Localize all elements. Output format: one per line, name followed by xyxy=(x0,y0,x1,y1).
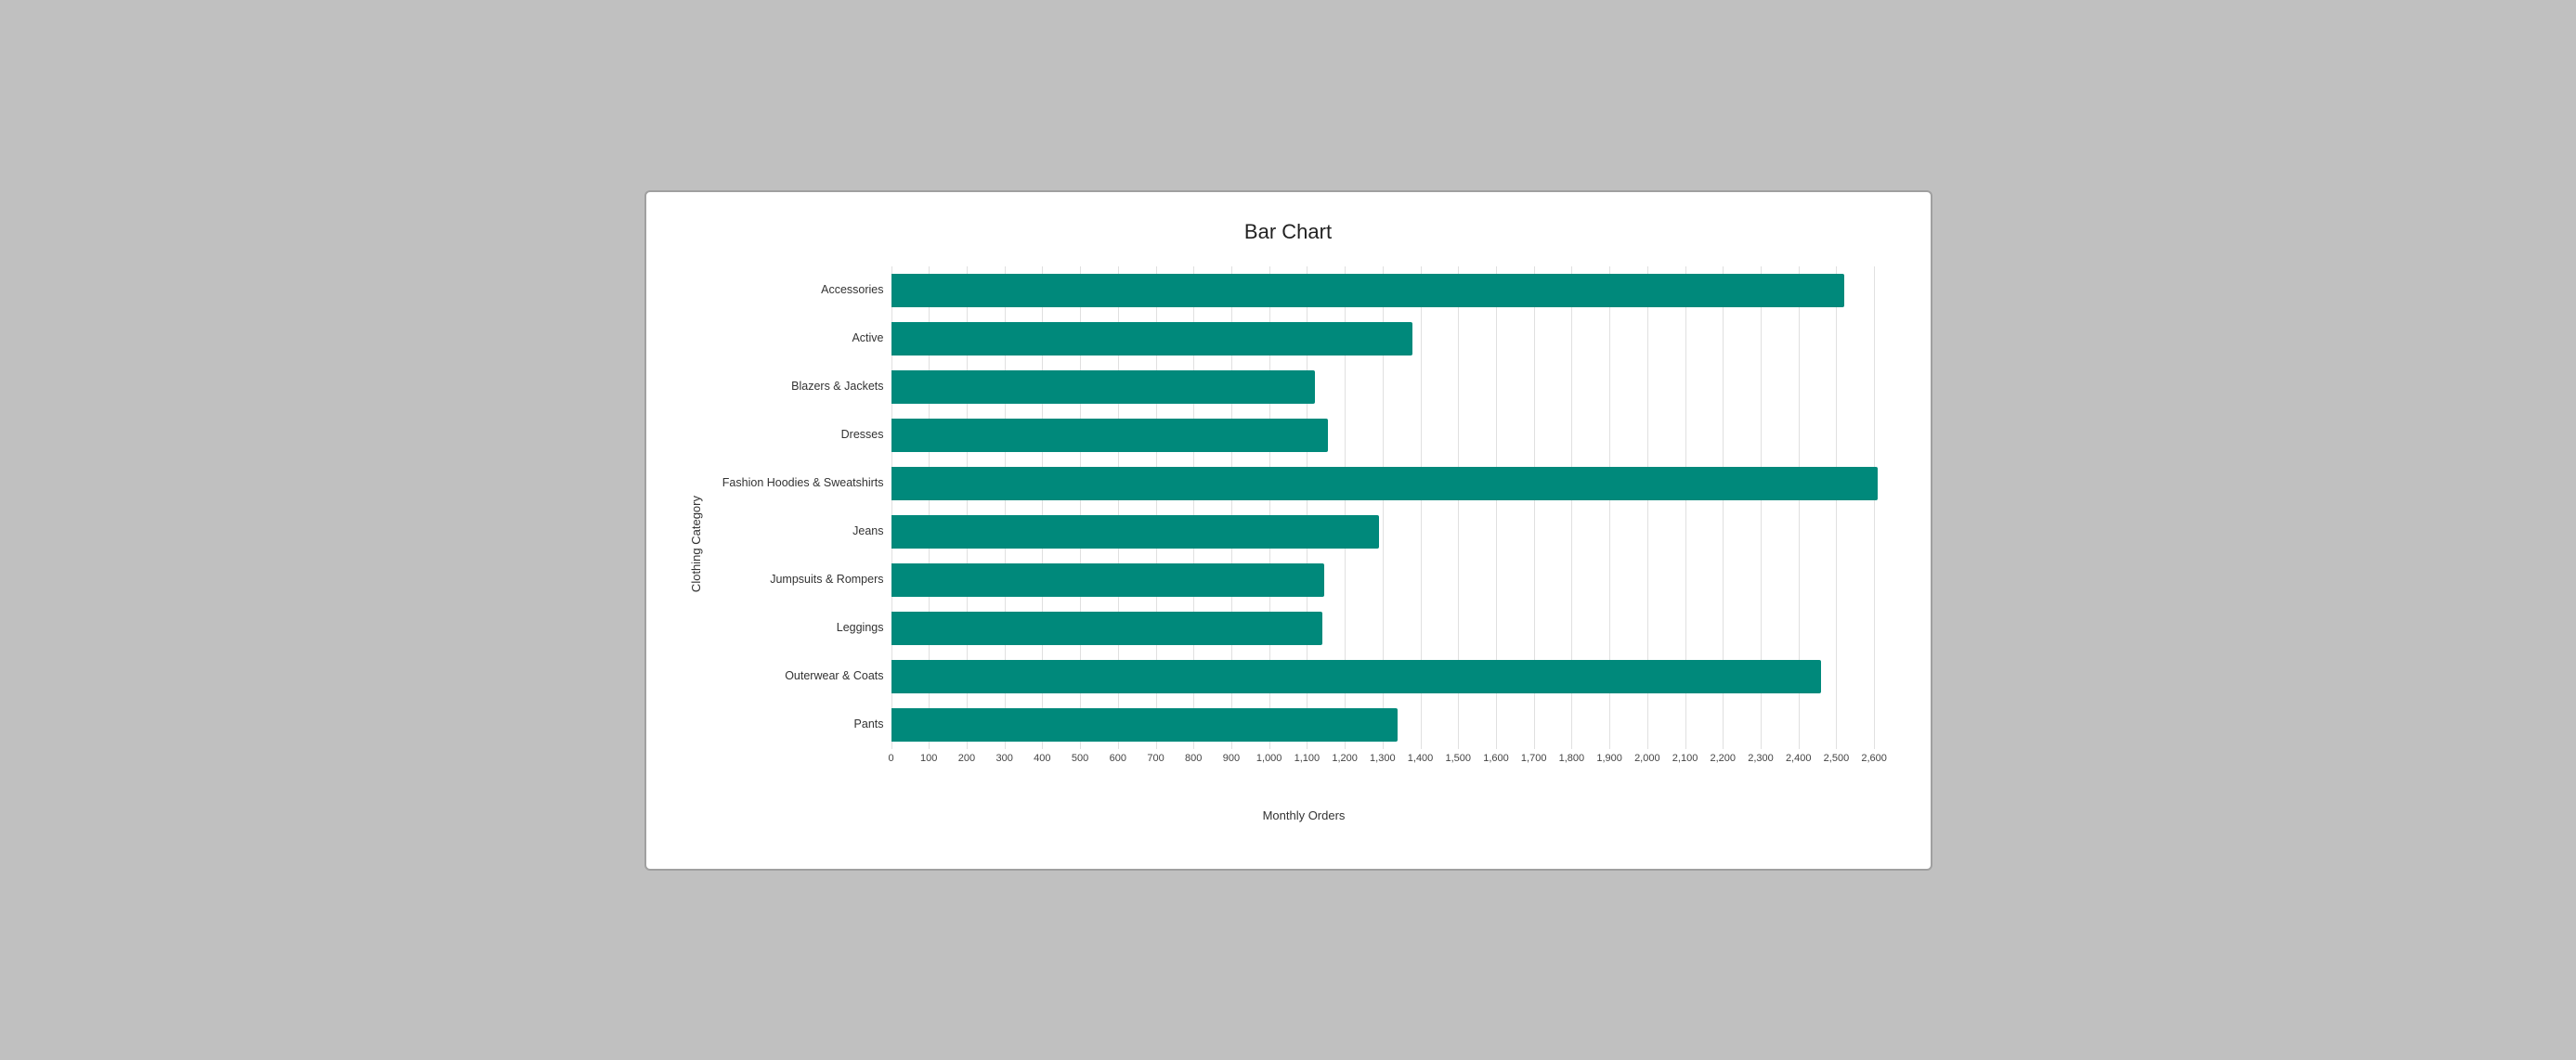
bar-row xyxy=(891,367,1893,407)
bar-row xyxy=(891,560,1893,601)
bar xyxy=(891,322,1413,355)
bar xyxy=(891,274,1844,307)
x-axis-tick: 200 xyxy=(958,753,975,764)
x-axis-tick: 2,000 xyxy=(1634,753,1660,764)
bars-and-axes: AccessoriesActiveBlazers & JacketsDresse… xyxy=(715,266,1893,749)
y-axis-label: Clothing Category xyxy=(689,496,703,592)
x-axis-title: Monthly Orders xyxy=(715,808,1893,822)
x-axis-tick: 1,400 xyxy=(1408,753,1434,764)
x-axis-tick: 0 xyxy=(888,753,893,764)
x-axis-tick: 1,200 xyxy=(1332,753,1358,764)
bar-row xyxy=(891,511,1893,552)
category-label: Pants xyxy=(715,701,884,749)
category-label: Accessories xyxy=(715,266,884,315)
x-axis-tick: 400 xyxy=(1034,753,1050,764)
x-axis-tick: 600 xyxy=(1110,753,1126,764)
x-axis-labels: 0 100 200 300 400 500 600 700 800 900 1,000 1,100 1,… xyxy=(891,749,1893,782)
bar xyxy=(891,419,1328,452)
x-axis-tick: 500 xyxy=(1072,753,1088,764)
chart-title: Bar Chart xyxy=(683,220,1893,244)
x-axis-tick: 2,200 xyxy=(1711,753,1737,764)
x-axis-tick: 1,100 xyxy=(1295,753,1321,764)
category-label: Blazers & Jackets xyxy=(715,363,884,411)
chart-area: Clothing Category AccessoriesActiveBlaze… xyxy=(683,266,1893,822)
x-axis-tick: 800 xyxy=(1185,753,1202,764)
category-label: Dresses xyxy=(715,411,884,459)
y-axis-label-container: Clothing Category xyxy=(683,266,709,822)
x-axis-tick: 1,800 xyxy=(1559,753,1585,764)
bar-row xyxy=(891,705,1893,745)
bar xyxy=(891,515,1379,549)
x-axis-tick: 300 xyxy=(995,753,1012,764)
x-axis-tick: 2,600 xyxy=(1861,753,1887,764)
chart-inner: AccessoriesActiveBlazers & JacketsDresse… xyxy=(715,266,1893,822)
bar xyxy=(891,467,1879,500)
category-label: Outerwear & Coats xyxy=(715,653,884,701)
bar xyxy=(891,370,1315,404)
bar xyxy=(891,563,1324,597)
x-axis-tick: 1,700 xyxy=(1521,753,1547,764)
x-axis-tick: 2,100 xyxy=(1672,753,1698,764)
x-axis-tick: 1,900 xyxy=(1596,753,1622,764)
bar-row xyxy=(891,318,1893,359)
bar-row xyxy=(891,656,1893,697)
category-label: Active xyxy=(715,315,884,363)
category-label: Jeans xyxy=(715,508,884,556)
x-axis-tick: 900 xyxy=(1223,753,1240,764)
grid-and-bars xyxy=(891,266,1893,749)
x-axis-tick: 700 xyxy=(1147,753,1164,764)
x-axis-tick: 1,300 xyxy=(1370,753,1396,764)
bar-row xyxy=(891,270,1893,311)
x-axis-tick: 2,400 xyxy=(1786,753,1812,764)
bar xyxy=(891,660,1822,693)
x-axis-tick: 2,500 xyxy=(1824,753,1850,764)
bars-area xyxy=(891,266,1893,749)
x-axis-tick: 1,000 xyxy=(1256,753,1282,764)
bar xyxy=(891,708,1399,742)
bar xyxy=(891,612,1322,645)
x-axis-tick: 1,600 xyxy=(1483,753,1509,764)
category-labels: AccessoriesActiveBlazers & JacketsDresse… xyxy=(715,266,891,749)
bars-list xyxy=(891,266,1893,749)
bar-row xyxy=(891,463,1893,504)
category-label: Fashion Hoodies & Sweatshirts xyxy=(715,459,884,508)
x-axis-tick: 2,300 xyxy=(1748,753,1774,764)
category-label: Leggings xyxy=(715,604,884,653)
category-label: Jumpsuits & Rompers xyxy=(715,556,884,604)
x-axis-tick: 100 xyxy=(920,753,937,764)
bar-row xyxy=(891,608,1893,649)
chart-container: Bar Chart Clothing Category AccessoriesA… xyxy=(644,190,1932,871)
x-axis-tick: 1,500 xyxy=(1445,753,1471,764)
bar-row xyxy=(891,415,1893,456)
